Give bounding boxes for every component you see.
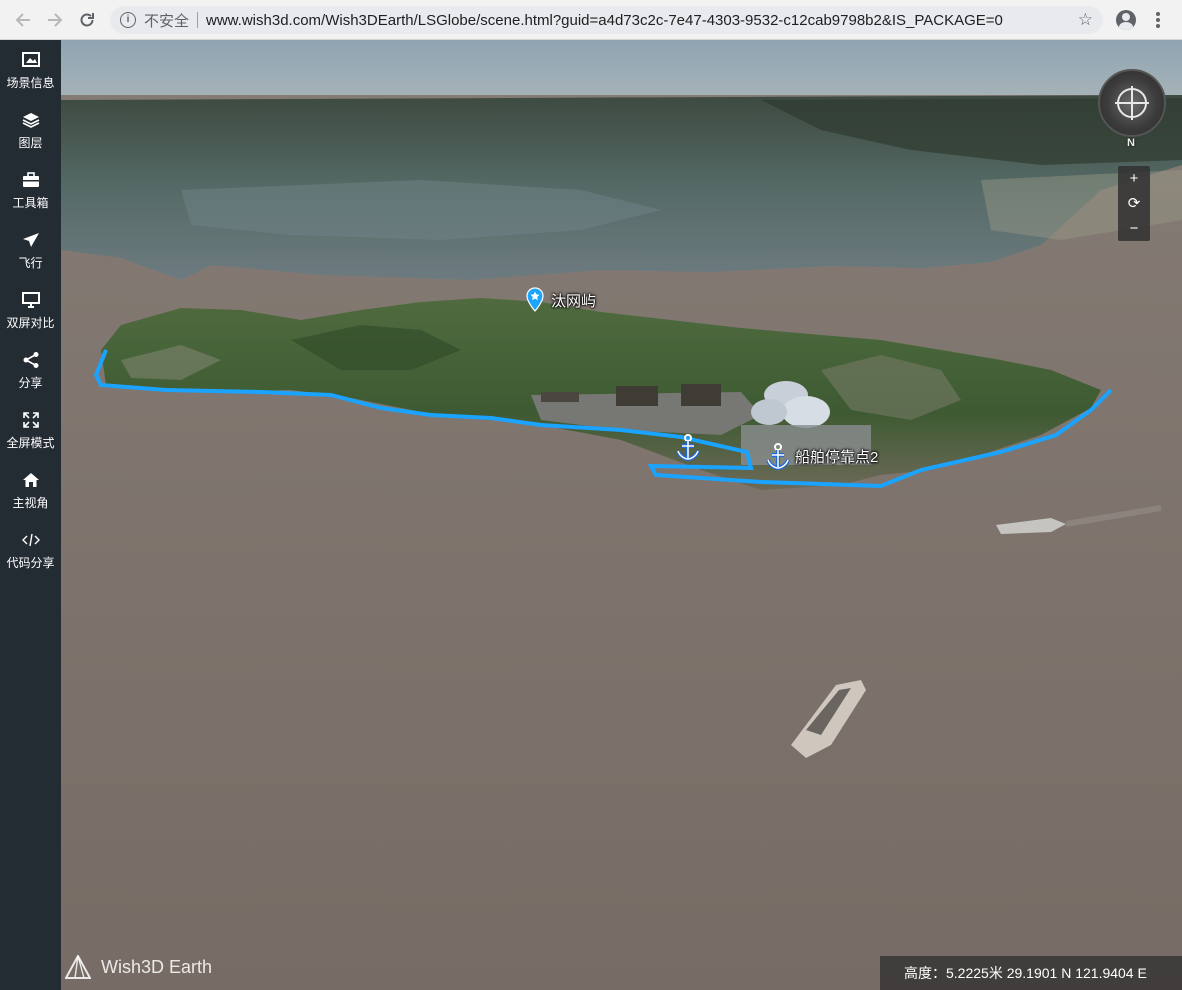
zoom-out-button[interactable]: − — [1118, 216, 1150, 241]
url-text[interactable]: www.wish3d.com/Wish3DEarth/LSGlobe/scene… — [206, 12, 1003, 29]
zoom-in-button[interactable]: + — [1118, 166, 1150, 191]
sidebar-item-home-view[interactable]: 主视角 — [0, 460, 61, 520]
zoom-control: + ⟳ − — [1118, 166, 1150, 241]
scene-info-icon — [21, 51, 41, 69]
share-icon — [21, 351, 41, 369]
info-icon[interactable]: i — [120, 12, 136, 28]
address-bar[interactable]: i 不安全 www.wish3d.com/Wish3DEarth/LSGlobe… — [110, 6, 1103, 34]
sidebar-item-label: 飞行 — [18, 256, 43, 270]
account-icon[interactable] — [1116, 10, 1136, 30]
reset-view-button[interactable]: ⟳ — [1118, 191, 1150, 216]
reload-icon[interactable] — [72, 5, 102, 35]
marker-island[interactable]: 汰网屿 — [525, 287, 596, 313]
sidebar-item-fullscreen[interactable]: 全屏模式 — [0, 400, 61, 460]
omnibox-divider — [197, 12, 199, 28]
status-readout: 高度：5.2225米 29.1901 N 121.9404 E — [904, 965, 1147, 981]
anchor-icon[interactable] — [673, 432, 703, 462]
sidebar: 场景信息 图层 工具箱 飞行 双屏对比 分享 全屏模式 主视角 代码分享 — [0, 40, 61, 990]
wish3d-logo-icon — [65, 955, 91, 979]
sidebar-item-label: 分享 — [18, 376, 43, 390]
split-screen-icon — [21, 291, 41, 309]
sidebar-item-label: 场景信息 — [6, 76, 55, 90]
menu-icon[interactable] — [1150, 10, 1166, 30]
marker-label: 船舶停靠点2 — [795, 448, 879, 466]
browser-toolbar: i 不安全 www.wish3d.com/Wish3DEarth/LSGlobe… — [0, 0, 1182, 40]
anchor-icon — [766, 443, 790, 471]
sidebar-item-layers[interactable]: 图层 — [0, 100, 61, 160]
layers-icon — [21, 111, 41, 129]
star-icon[interactable]: ☆ — [1078, 10, 1093, 30]
sidebar-item-label: 双屏对比 — [6, 316, 55, 330]
home-icon — [21, 471, 41, 489]
brand-logo: Wish3D Earth — [65, 955, 212, 979]
sidebar-item-scene-info[interactable]: 场景信息 — [0, 40, 61, 100]
compass-north-label: N — [1127, 137, 1135, 149]
compass-crosshair-icon — [1115, 86, 1149, 120]
sidebar-item-label: 代码分享 — [6, 556, 55, 570]
sidebar-item-split-screen[interactable]: 双屏对比 — [0, 280, 61, 340]
logo-text: Wish3D Earth — [101, 956, 213, 977]
back-arrow-icon[interactable] — [8, 5, 38, 35]
sidebar-item-toolbox[interactable]: 工具箱 — [0, 160, 61, 220]
sidebar-item-code-share[interactable]: 代码分享 — [0, 520, 61, 580]
status-bar: 高度：5.2225米 29.1901 N 121.9404 E — [880, 956, 1182, 990]
sidebar-item-label: 工具箱 — [12, 196, 49, 210]
sidebar-item-label: 图层 — [18, 136, 43, 150]
marker-label: 汰网屿 — [551, 292, 597, 310]
location-pin-icon — [526, 287, 544, 312]
marker-berth-2[interactable]: 船舶停靠点2 — [763, 441, 878, 471]
scene-render — [61, 40, 1182, 990]
sidebar-item-fly[interactable]: 飞行 — [0, 220, 61, 280]
sidebar-item-label: 全屏模式 — [6, 436, 55, 450]
fullscreen-icon — [21, 411, 41, 429]
fly-icon — [21, 231, 41, 249]
compass-widget[interactable] — [1098, 69, 1166, 137]
sidebar-item-label: 主视角 — [12, 496, 49, 510]
code-icon — [21, 531, 41, 549]
security-label: 不安全 — [144, 12, 190, 30]
forward-arrow-icon[interactable] — [40, 5, 70, 35]
map-viewport[interactable]: 汰网屿 船舶停靠点2 N + ⟳ − Wish3D Earth 高度：5.222… — [61, 40, 1182, 990]
toolbox-icon — [21, 171, 41, 189]
sidebar-item-share[interactable]: 分享 — [0, 340, 61, 400]
